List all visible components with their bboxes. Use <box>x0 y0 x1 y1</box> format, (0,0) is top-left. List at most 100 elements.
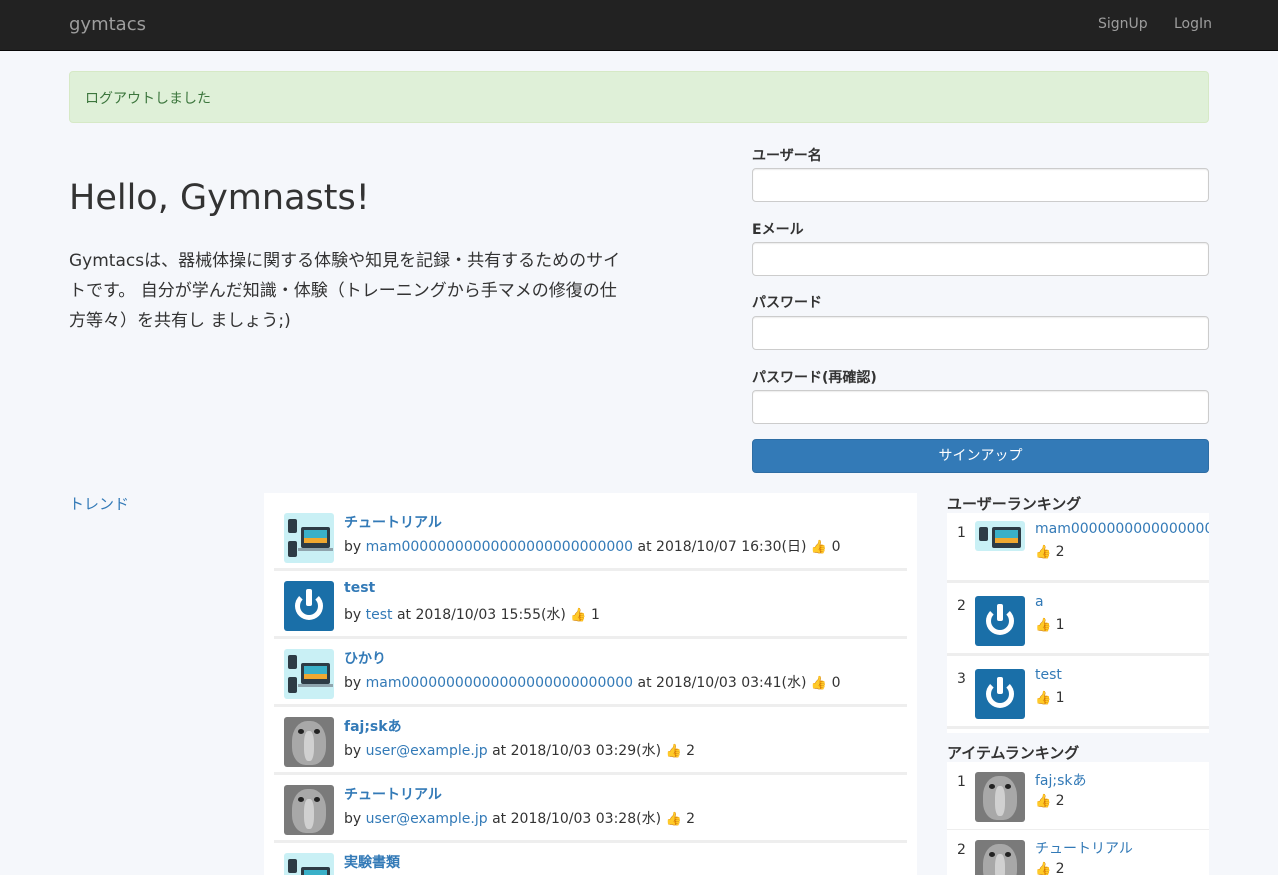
thumbs-up-icon: 👍 <box>1035 691 1052 706</box>
thumbs-up-icon: 👍 <box>1035 618 1052 633</box>
rank-number: 2 <box>957 598 966 614</box>
password-confirm-label: パスワード(再確認) <box>752 370 877 386</box>
rank-likes: 👍 2 <box>1035 544 1065 560</box>
rank-item-name[interactable]: チュートリアル <box>1035 838 1133 858</box>
rank-likes: 👍 1 <box>1035 690 1065 706</box>
device-icon[interactable] <box>284 513 334 563</box>
nav-signup-link[interactable]: SignUp <box>1098 16 1148 32</box>
feed-item-likes: 0 <box>831 539 841 555</box>
brand-logo[interactable]: gymtacs <box>69 14 146 35</box>
password-input[interactable] <box>752 316 1209 350</box>
device-icon[interactable] <box>284 853 334 875</box>
thumbs-up-icon[interactable]: 👍 <box>811 540 827 555</box>
feed-item-title[interactable]: test <box>344 580 375 596</box>
feed-item-by: by <box>344 607 366 623</box>
device-icon[interactable] <box>284 649 334 699</box>
rank-user-name[interactable]: a <box>1035 594 1044 610</box>
feed-item-author[interactable]: user@example.jp <box>366 811 488 827</box>
thumbs-up-icon[interactable]: 👍 <box>666 744 682 759</box>
thumbs-up-icon[interactable]: 👍 <box>570 608 586 623</box>
item-ranking-item: 1 faj;skあ 👍 2 <box>947 762 1209 832</box>
feed-item: チュートリアル by mam00000000000000000000000000… <box>274 503 907 571</box>
feed-item-by: by <box>344 539 366 555</box>
rank-item-name[interactable]: faj;skあ <box>1035 770 1087 790</box>
user-ranking-item: 1 mam00000000000000000000000000 👍 2 <box>947 513 1209 583</box>
navbar: gymtacs SignUp LogIn <box>0 0 1278 51</box>
password-label: パスワード <box>752 295 822 311</box>
password-confirm-input[interactable] <box>752 390 1209 424</box>
feed-item-by: by <box>344 675 366 691</box>
feed-item-by: by <box>344 811 366 827</box>
mandrill-image[interactable] <box>975 840 1025 875</box>
feed-item-meta: by mam00000000000000000000000000 at 2018… <box>344 672 840 692</box>
rank-like-count: 2 <box>1055 861 1065 875</box>
rank-like-count: 1 <box>1055 617 1065 633</box>
rank-like-count: 2 <box>1055 544 1065 560</box>
mandrill-image[interactable] <box>975 772 1025 822</box>
feed-item-author[interactable]: test <box>366 607 393 623</box>
thumbs-up-icon[interactable]: 👍 <box>811 676 827 691</box>
feed-item: test by test at 2018/10/03 15:55(水) 👍 1 <box>274 571 907 639</box>
feed-item-author[interactable]: mam00000000000000000000000000 <box>366 675 633 691</box>
feed-item-date: at 2018/10/03 03:29(水) <box>487 743 662 759</box>
feed-item-meta: by user@example.jp at 2018/10/03 03:29(水… <box>344 740 695 760</box>
rank-user-name[interactable]: mam00000000000000000000000000 <box>1035 521 1209 537</box>
user-ranking-heading: ユーザーランキング <box>947 495 1082 513</box>
thumbs-up-icon: 👍 <box>1035 545 1052 560</box>
feed-item: faj;skあ by user@example.jp at 2018/10/03… <box>274 707 907 775</box>
feed-item: 実験書類 <box>274 843 907 875</box>
feed-item-title[interactable]: faj;skあ <box>344 716 402 736</box>
feed-item-date: at 2018/10/03 03:28(水) <box>487 811 662 827</box>
username-label: ユーザー名 <box>752 148 822 164</box>
item-ranking-item: 2 チュートリアル 👍 2 <box>947 830 1209 875</box>
item-ranking-list: 1 faj;skあ 👍 2 2 チュートリアル 👍 2 <box>947 762 1209 875</box>
feed-item-title[interactable]: ひかり <box>344 648 386 668</box>
feed-item-likes: 2 <box>686 743 696 759</box>
user-ranking-item: 3 test 👍 1 <box>947 659 1209 729</box>
rank-number: 1 <box>957 774 966 790</box>
email-label: Eメール <box>752 222 804 238</box>
feed-item-meta: by test at 2018/10/03 15:55(水) 👍 1 <box>344 604 600 624</box>
feed-item: ひかり by mam00000000000000000000000000 at … <box>274 639 907 707</box>
feed-item-title[interactable]: チュートリアル <box>344 784 442 804</box>
device-icon[interactable] <box>975 521 1025 551</box>
thumbs-up-icon: 👍 <box>1035 794 1052 809</box>
feed-item-title[interactable]: 実験書類 <box>344 852 400 872</box>
rank-number: 1 <box>957 525 966 541</box>
feed-item-date: at 2018/10/03 03:41(水) <box>633 675 807 691</box>
power-icon[interactable] <box>975 669 1025 719</box>
feed-item-likes: 1 <box>591 607 600 623</box>
rank-number: 2 <box>957 842 966 858</box>
power-icon[interactable] <box>975 596 1025 646</box>
trend-link[interactable]: トレンド <box>69 493 129 514</box>
feed-item-date: at 2018/10/03 15:55(水) <box>392 607 566 623</box>
feed-item-likes: 2 <box>686 811 696 827</box>
mandrill-image[interactable] <box>284 785 334 835</box>
hero-description: Gymtacsは、器械体操に関する体験や知見を記録・共有するためのサイトです。 … <box>69 251 621 331</box>
thumbs-up-icon[interactable]: 👍 <box>666 812 682 827</box>
rank-likes: 👍 2 <box>1035 861 1065 875</box>
power-icon[interactable] <box>284 581 334 631</box>
user-ranking-item: 2 a 👍 1 <box>947 586 1209 656</box>
mandrill-image[interactable] <box>284 717 334 767</box>
rank-like-count: 2 <box>1055 793 1065 809</box>
rank-like-count: 1 <box>1055 690 1065 706</box>
email-input[interactable] <box>752 242 1209 276</box>
feed-item-author[interactable]: mam00000000000000000000000000 <box>366 539 633 555</box>
username-input[interactable] <box>752 168 1209 202</box>
item-ranking-heading: アイテムランキング <box>947 744 1080 762</box>
thumbs-up-icon: 👍 <box>1035 862 1052 875</box>
logout-alert: ログアウトしました <box>69 71 1209 123</box>
feed-item-author[interactable]: user@example.jp <box>366 743 488 759</box>
feed-item-title[interactable]: チュートリアル <box>344 512 442 532</box>
feed-item-date: at 2018/10/07 16:30(日) <box>633 539 807 555</box>
feed-item-meta: by user@example.jp at 2018/10/03 03:28(水… <box>344 808 695 828</box>
feed-item-likes: 0 <box>831 675 841 691</box>
feed-item-by: by <box>344 743 366 759</box>
rank-user-name[interactable]: test <box>1035 667 1062 683</box>
hero-title: Hello, Gymnasts! <box>69 178 370 218</box>
feed-item: チュートリアル by user@example.jp at 2018/10/03… <box>274 775 907 843</box>
nav-login-link[interactable]: LogIn <box>1174 16 1212 32</box>
feed-item-meta: by mam00000000000000000000000000 at 2018… <box>344 536 840 556</box>
signup-button[interactable]: サインアップ <box>752 439 1209 473</box>
